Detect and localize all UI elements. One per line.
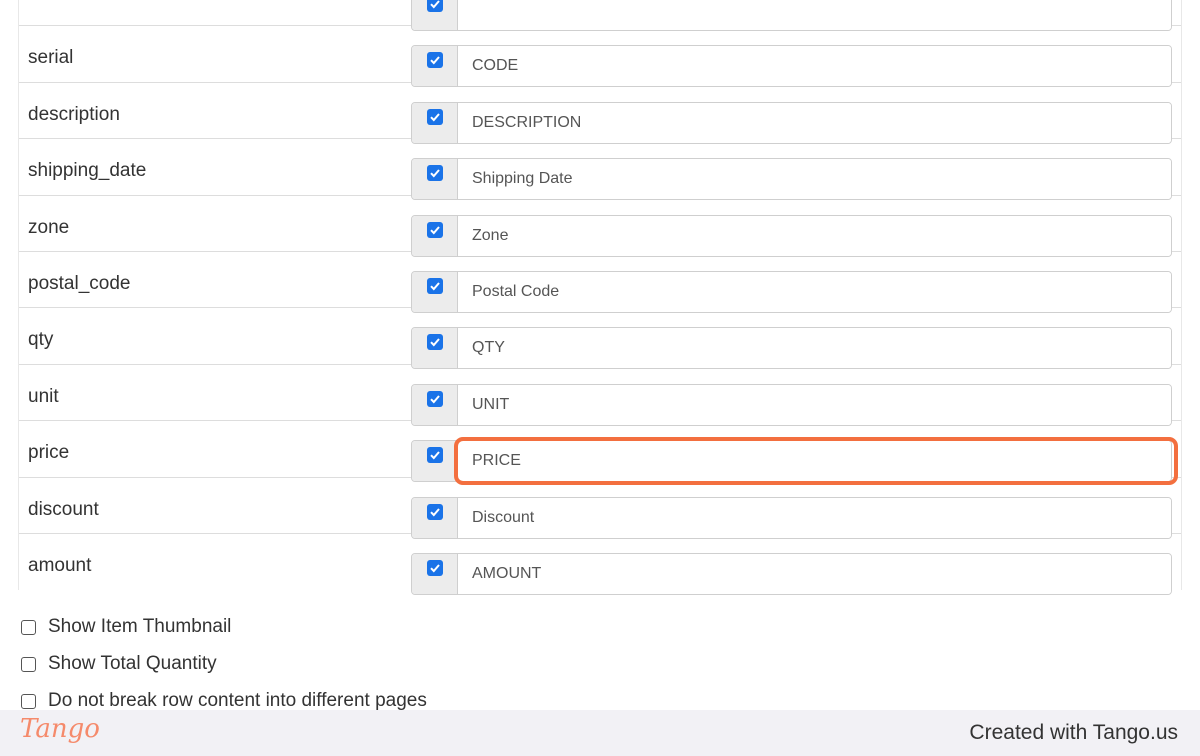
checkbox-addon <box>412 215 458 256</box>
checkmark-icon <box>429 451 440 460</box>
show-total-quantity-option[interactable]: Show Total Quantity <box>21 653 217 675</box>
field-name: qty <box>28 329 54 351</box>
field-name: postal_code <box>28 272 131 294</box>
field-row: unit UNIT <box>19 365 1181 426</box>
column-settings-panel: serial CODE description DESCRIPTION ship… <box>0 0 1200 710</box>
option-label: Do not break row content into different … <box>48 690 427 710</box>
field-name: zone <box>28 216 70 238</box>
field-input-group: Postal Code <box>411 270 1172 313</box>
checkbox-addon <box>412 497 458 538</box>
field-input-group: PRICE <box>411 437 1178 486</box>
checkbox-addon <box>412 102 458 143</box>
no-break-rows-checkbox[interactable] <box>21 693 36 709</box>
checkmark-icon <box>429 395 440 404</box>
field-name: shipping_date <box>28 160 147 182</box>
field-input-group: UNIT <box>411 383 1172 426</box>
field-label-input[interactable]: Zone <box>458 215 1171 256</box>
field-table: serial CODE description DESCRIPTION ship… <box>18 0 1182 595</box>
field-name: price <box>28 442 70 464</box>
field-enabled-checkbox[interactable] <box>426 52 443 69</box>
checkmark-icon <box>429 507 440 516</box>
checkmark-icon <box>429 0 440 9</box>
field-name: serial <box>28 47 74 69</box>
field-input-group: Zone <box>411 214 1172 257</box>
field-enabled-checkbox[interactable] <box>426 0 443 12</box>
field-input-group: QTY <box>411 327 1172 370</box>
tango-footer: Tango Created with Tango.us <box>0 710 1200 756</box>
field-label-input[interactable]: QTY <box>458 328 1171 369</box>
field-row-price: price PRICE <box>19 421 1181 486</box>
option-label: Show Item Thumbnail <box>48 616 232 637</box>
checkmark-icon <box>429 56 440 65</box>
checkmark-icon <box>429 225 440 235</box>
field-enabled-checkbox[interactable] <box>426 447 443 464</box>
field-row: zone Zone <box>19 196 1181 257</box>
created-with-credit: Created with Tango.us <box>969 721 1178 744</box>
field-enabled-checkbox[interactable] <box>426 108 443 125</box>
field-row <box>19 0 1181 31</box>
checkbox-addon <box>412 159 458 200</box>
field-row: amount AMOUNT <box>19 534 1181 595</box>
tango-logo: Tango <box>20 714 100 744</box>
option-label: Show Total Quantity <box>48 653 217 674</box>
field-row: discount Discount <box>19 478 1181 539</box>
field-enabled-checkbox[interactable] <box>426 559 443 576</box>
field-enabled-checkbox[interactable] <box>426 334 443 351</box>
field-name: description <box>28 103 120 125</box>
field-name: discount <box>28 498 99 520</box>
field-label-input[interactable]: Postal Code <box>458 271 1171 312</box>
checkbox-addon <box>412 553 458 594</box>
field-label-input[interactable]: UNIT <box>458 384 1171 425</box>
field-label-input[interactable]: AMOUNT <box>458 553 1171 594</box>
show-item-thumbnail-option[interactable]: Show Item Thumbnail <box>21 616 231 638</box>
field-input-group: DESCRIPTION <box>411 101 1172 144</box>
checkbox-addon <box>412 271 458 312</box>
checkmark-icon <box>429 169 440 178</box>
checkbox-addon <box>412 441 458 482</box>
checkbox-addon <box>412 384 458 425</box>
field-row: serial CODE <box>19 26 1181 88</box>
checkbox-addon <box>412 328 458 369</box>
field-row: description DESCRIPTION <box>19 83 1181 144</box>
field-enabled-checkbox[interactable] <box>426 503 443 520</box>
field-row: qty QTY <box>19 308 1181 370</box>
field-label-input[interactable]: Shipping Date <box>458 159 1171 200</box>
price-label-input[interactable]: PRICE <box>458 441 1171 482</box>
field-name: unit <box>28 385 59 407</box>
field-enabled-checkbox[interactable] <box>426 390 443 407</box>
checkbox-addon <box>412 46 458 87</box>
field-enabled-checkbox[interactable] <box>426 277 443 294</box>
checkmark-icon <box>429 564 440 573</box>
field-label-input[interactable]: CODE <box>458 46 1171 87</box>
field-name: amount <box>28 554 92 576</box>
field-enabled-checkbox[interactable] <box>426 221 443 238</box>
checkmark-icon <box>429 282 440 291</box>
checkmark-icon <box>429 338 440 347</box>
field-input-group: CODE <box>411 45 1172 88</box>
field-input-group: Discount <box>411 496 1172 539</box>
no-break-rows-option[interactable]: Do not break row content into different … <box>21 690 427 710</box>
field-input-group: AMOUNT <box>411 552 1172 595</box>
show-total-quantity-checkbox[interactable] <box>21 656 36 672</box>
field-label-input[interactable]: Discount <box>458 497 1171 538</box>
show-item-thumbnail-checkbox[interactable] <box>21 619 36 635</box>
field-row: postal_code Postal Code <box>19 252 1181 313</box>
field-label-input[interactable]: DESCRIPTION <box>458 102 1171 143</box>
field-input-group: Shipping Date <box>411 158 1172 201</box>
field-enabled-checkbox[interactable] <box>426 165 443 182</box>
checkmark-icon <box>429 113 440 122</box>
field-row: shipping_date Shipping Date <box>19 139 1181 201</box>
